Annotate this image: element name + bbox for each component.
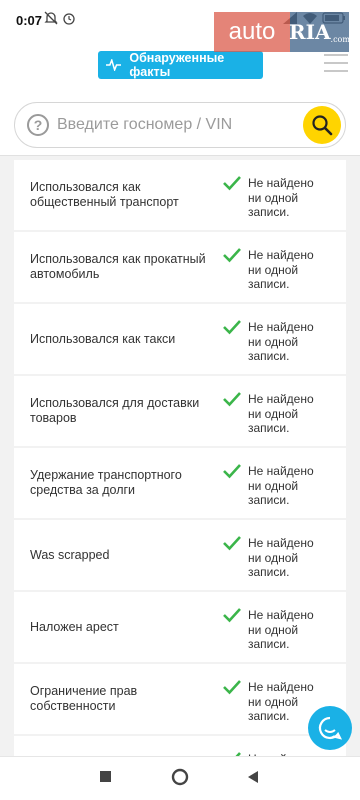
check-icon: [223, 464, 241, 479]
pulse-icon: [106, 59, 122, 71]
fact-status: Не найдено ни одной записи.: [248, 320, 314, 363]
check-icon: [223, 320, 241, 335]
search-bar: ? Введите госномер / VIN: [0, 98, 360, 156]
fact-label: Использовался как такси: [30, 331, 176, 346]
fact-row: Использовался как такси Не найдено ни од…: [14, 304, 346, 376]
recents-icon[interactable]: [99, 770, 113, 784]
fact-status: Не найдено ни одной записи.: [248, 392, 314, 435]
fact-status: Не найдено ни одной записи.: [248, 536, 314, 579]
fact-row: Использовался для доставки товаров Не на…: [14, 376, 346, 448]
chat-button[interactable]: [308, 706, 352, 750]
check-icon: [223, 392, 241, 407]
detected-facts-label: Обнаруженные факты: [129, 51, 225, 79]
fact-row: Удержание транспортного средства за долг…: [14, 448, 346, 520]
fact-row: Ограничение прав собственности Не найден…: [14, 664, 346, 736]
logo-auto: auto: [214, 12, 290, 52]
check-icon: [223, 248, 241, 263]
detected-facts-button[interactable]: Обнаруженные факты: [98, 51, 263, 79]
system-nav-bar: [0, 756, 360, 800]
fact-label: Использовался для доставки товаров: [30, 396, 200, 425]
check-icon: [223, 176, 241, 191]
logo-domain: .com: [330, 34, 350, 44]
search-placeholder: Введите госномер / VIN: [57, 116, 233, 133]
fact-label: Использовался как общественный транспорт: [30, 180, 179, 209]
search-button[interactable]: [303, 106, 341, 144]
fact-status: Не найдено ни одной записи.: [248, 176, 314, 219]
home-icon[interactable]: [171, 768, 189, 786]
check-icon: [223, 608, 241, 623]
help-question-icon[interactable]: ?: [27, 114, 49, 136]
logo-ria-text: RIA: [289, 20, 331, 44]
check-icon: [223, 536, 241, 551]
fact-label: Наложен арест: [30, 619, 119, 634]
autoria-logo[interactable]: auto RIA .com: [214, 12, 350, 52]
search-icon: [312, 115, 333, 136]
app-header: Обнаруженные факты auto RIA .com: [0, 12, 360, 98]
fact-status: Не найдено ни одной записи.: [248, 464, 314, 507]
back-icon[interactable]: [246, 770, 260, 784]
fact-label: Использовался как прокатный автомобиль: [30, 252, 206, 281]
search-input[interactable]: ? Введите госномер / VIN: [14, 102, 346, 148]
fact-label: Удержание транспортного средства за долг…: [30, 468, 182, 497]
alarm-icon: [63, 13, 75, 25]
fact-label: Was scrapped: [30, 547, 110, 562]
fact-row: Наложен арест Не найдено ни одной записи…: [14, 592, 346, 664]
fact-row: Was scrapped Не найдено ни одной записи.: [14, 520, 346, 592]
fact-status: Не найдено ни одной записи.: [248, 608, 314, 651]
fact-row: Использовался как общественный транспорт…: [14, 160, 346, 232]
fact-label: Ограничение прав собственности: [30, 684, 138, 713]
fact-row: Использовался как прокатный автомобиль Н…: [14, 232, 346, 304]
hamburger-menu-icon[interactable]: [324, 54, 348, 72]
logo-ria: RIA .com: [289, 12, 350, 52]
check-icon: [223, 680, 241, 695]
fact-status: Не найдено ни одной записи.: [248, 248, 314, 291]
facts-list: Использовался как общественный транспорт…: [14, 160, 346, 800]
chat-icon: [318, 716, 343, 740]
status-time: 0:07: [16, 13, 43, 28]
do-not-disturb-icon: [44, 11, 58, 25]
